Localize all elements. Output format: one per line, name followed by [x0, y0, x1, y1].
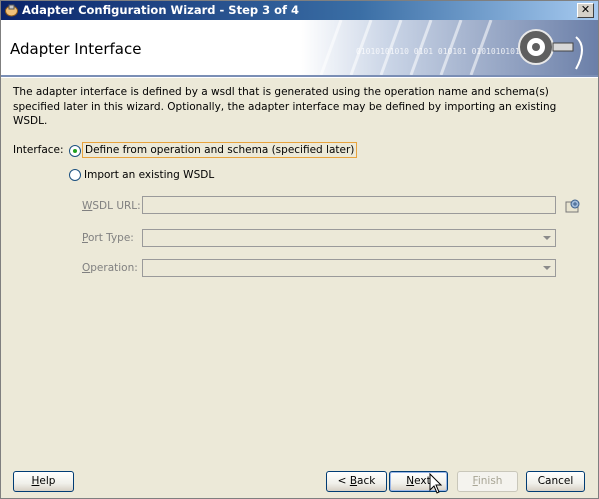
interface-label: Interface: — [13, 144, 64, 156]
back-prefix: < — [337, 475, 350, 487]
finish-button[interactable]: Finish — [457, 471, 518, 492]
back-mnemonic: B — [349, 475, 358, 487]
operation-label-text: peration: — [90, 262, 138, 274]
close-button[interactable]: ✕ — [577, 3, 594, 18]
banner-binary-text: 01010101010 0101 010101 0101010101 — [356, 47, 520, 56]
help-label: elp — [39, 475, 56, 487]
wizard-app-icon — [5, 4, 18, 17]
page-title: Adapter Interface — [10, 40, 142, 58]
chevron-down-icon — [543, 266, 551, 270]
window-title: Adapter Configuration Wizard - Step 3 of… — [22, 3, 300, 17]
banner-art: 01010101010 0101 010101 0101010101 — [301, 20, 598, 75]
wizard-window: Adapter Configuration Wizard - Step 3 of… — [0, 0, 599, 499]
back-button[interactable]: < Back — [326, 471, 387, 492]
title-bar: Adapter Configuration Wizard - Step 3 of… — [1, 1, 598, 20]
header-divider — [1, 75, 598, 78]
close-icon: ✕ — [580, 3, 591, 16]
description-text: The adapter interface is defined by a ws… — [13, 86, 557, 127]
header-banner: Adapter Interface 01010101010 0101 01010… — [1, 20, 598, 75]
finish-label: inish — [477, 475, 503, 487]
port-type-select[interactable] — [142, 229, 556, 247]
define-from-schema-label[interactable]: Define from operation and schema (specif… — [82, 142, 358, 158]
import-wsdl-label[interactable]: Import an existing WSDL — [84, 169, 214, 181]
cancel-button[interactable]: Cancel — [526, 471, 585, 492]
operation-label: Operation: — [82, 262, 138, 274]
chevron-down-icon — [543, 236, 551, 240]
browse-icon[interactable] — [564, 197, 582, 215]
import-wsdl-radio[interactable] — [69, 169, 81, 181]
mouse-cursor-icon — [429, 473, 443, 494]
port-type-label: Port Type: — [82, 232, 134, 244]
define-from-schema-radio[interactable] — [69, 145, 81, 157]
port-type-label-text: ort Type: — [87, 232, 134, 244]
next-mnemonic: N — [406, 475, 415, 487]
operation-select[interactable] — [142, 259, 556, 277]
wsdl-url-input[interactable] — [142, 196, 556, 214]
wsdl-url-mnemonic: W — [82, 200, 93, 212]
wsdl-url-label-text: SDL URL: — [92, 200, 141, 212]
wsdl-url-label: WSDL URL: — [82, 200, 141, 212]
help-button[interactable]: Help — [13, 471, 74, 492]
back-label: ack — [357, 475, 376, 487]
